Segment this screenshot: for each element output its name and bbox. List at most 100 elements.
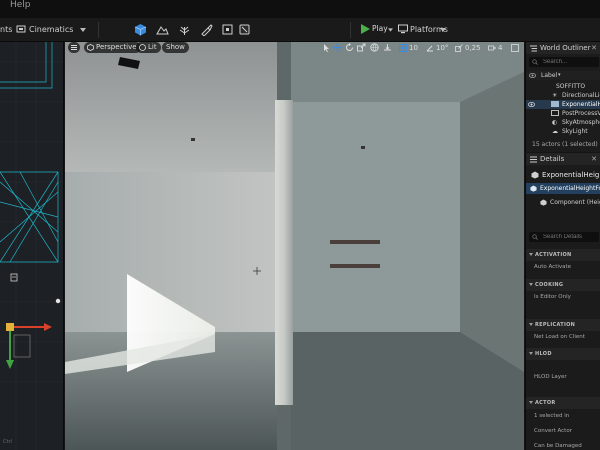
component-tree-item[interactable]: Component (HeightFogComponent): [526, 197, 600, 208]
eye-icon[interactable]: [528, 102, 535, 107]
actor-type-icon: [531, 171, 539, 179]
world-outliner-title: World Outliner: [540, 44, 591, 52]
outliner-item-skylight[interactable]: ☁ SkyLight: [526, 127, 600, 136]
viewport-scene[interactable]: [65, 42, 524, 450]
details-panel: Details ✕ ExponentialHeightFog Exponenti…: [525, 153, 600, 450]
close-icon[interactable]: ✕: [591, 153, 597, 165]
outliner-icon: [530, 45, 537, 52]
camera-speed-icon[interactable]: [488, 44, 496, 52]
property-net-load-on-client: Net Load on Client: [534, 334, 585, 340]
rotate-icon[interactable]: [345, 43, 354, 52]
menu-bar: Help: [0, 0, 600, 18]
outliner-status-bar: 15 actors (1 selected): [526, 140, 600, 149]
modeling-tools-icon[interactable]: [221, 23, 234, 36]
grid-snap-icon[interactable]: [399, 44, 407, 52]
quick-add-cube-icon[interactable]: [134, 23, 147, 36]
sky-light-icon: ☁: [552, 128, 558, 135]
category-actor[interactable]: ACTOR: [526, 397, 600, 409]
category-hlod[interactable]: HLOD: [526, 348, 600, 360]
rotation-snap-value[interactable]: 10°: [436, 43, 448, 53]
toolbar-fragment-label[interactable]: nts: [0, 24, 12, 36]
component-tree-root[interactable]: ExponentialHeightFog (Instance): [526, 183, 600, 194]
select-cursor-icon[interactable]: [323, 44, 330, 52]
chevron-down-icon[interactable]: [80, 28, 86, 32]
toolbar-divider: [98, 22, 99, 38]
grid-snap-value[interactable]: 10: [409, 43, 418, 53]
property-hlod-layer: HLOD Layer: [534, 374, 567, 380]
close-icon[interactable]: ✕: [591, 42, 597, 54]
property-convert-actor: Convert Actor: [534, 428, 572, 434]
left-pane-footer: Ctrl: [3, 439, 12, 445]
outliner-item-postprocessvolume[interactable]: PostProcessVolume: [526, 109, 600, 118]
fog-actor-icon: [551, 101, 559, 107]
rotation-snap-icon[interactable]: [426, 44, 434, 52]
outliner-item-label: ExponentialHeightFog: [562, 101, 600, 108]
volume-icon: [551, 110, 559, 116]
component-label: Component (HeightFogComponent): [550, 199, 600, 206]
show-button[interactable]: Show: [162, 42, 189, 53]
viewport-menu-button[interactable]: [68, 42, 80, 53]
outliner-search-input[interactable]: [529, 57, 599, 67]
platforms-icon: [398, 24, 408, 34]
scale-icon[interactable]: [357, 43, 366, 52]
category-replication[interactable]: REPLICATION: [526, 319, 600, 331]
maximize-viewport-icon[interactable]: [511, 44, 519, 52]
perspective-button[interactable]: Perspective: [84, 42, 141, 53]
lit-label: Lit: [148, 43, 157, 51]
eye-icon[interactable]: [529, 73, 536, 78]
hamburger-icon: [71, 45, 77, 50]
world-outliner-tab[interactable]: World Outliner ✕: [526, 42, 600, 54]
level-viewport[interactable]: Perspective Lit Show 10 10° 0,25 4: [65, 42, 524, 450]
film-icon: [16, 25, 26, 33]
component-icon: [540, 199, 547, 206]
perspective-cube-icon: [87, 44, 94, 51]
actor-name-field[interactable]: ExponentialHeightFog: [542, 170, 600, 180]
search-icon: [532, 59, 538, 65]
outliner-item-soffitto[interactable]: SOFFITTO: [526, 82, 600, 91]
camera-speed-value[interactable]: 4: [498, 43, 502, 53]
cinematics-menu-button[interactable]: Cinematics: [29, 24, 73, 36]
details-tab[interactable]: Details ✕: [526, 153, 600, 165]
details-title: Details: [540, 155, 565, 163]
scale-snap-value[interactable]: 0,25: [465, 43, 481, 53]
scale-snap-icon[interactable]: [455, 44, 463, 52]
directional-light-icon: ☀: [552, 92, 558, 99]
world-space-icon[interactable]: [370, 43, 379, 52]
light-actor-icon[interactable]: [55, 298, 61, 304]
menu-item-help[interactable]: Help: [10, 0, 31, 10]
outliner-item-directionallight[interactable]: ☀ DirectionalLight: [526, 91, 600, 100]
mesh-paint-icon[interactable]: [200, 23, 213, 36]
outliner-item-skyatmosphere[interactable]: ◐ SkyAtmosphere: [526, 118, 600, 127]
outliner-item-exponentialheightfog[interactable]: ExponentialHeightFog: [526, 100, 600, 109]
instance-label: ExponentialHeightFog (Instance): [540, 185, 600, 192]
lit-mode-button[interactable]: Lit: [136, 42, 161, 53]
fracture-mode-icon[interactable]: [238, 23, 251, 36]
outliner-item-label: SkyAtmosphere: [562, 119, 600, 126]
landscape-mode-icon[interactable]: [156, 23, 169, 36]
play-button-label: Play: [372, 24, 388, 33]
show-label: Show: [166, 43, 185, 51]
translate-icon[interactable]: [333, 43, 342, 52]
wireframe-canvas[interactable]: [0, 42, 64, 450]
actor-count-text: 15 actors (1 selected): [532, 141, 598, 148]
sort-descending-icon[interactable]: ▾: [558, 71, 561, 80]
left-wireframe-pane[interactable]: Ctrl: [0, 42, 64, 450]
property-is-editor-only: Is Editor Only: [534, 294, 571, 300]
details-search-input[interactable]: [529, 232, 599, 242]
play-button[interactable]: Play: [358, 23, 390, 37]
outliner-column-header[interactable]: Label ▾: [526, 71, 600, 80]
surface-snap-icon[interactable]: [383, 43, 392, 52]
category-activation[interactable]: ACTIVATION: [526, 249, 600, 261]
property-selected-in: 1 selected in: [534, 413, 570, 419]
category-cooking[interactable]: COOKING: [526, 279, 600, 291]
outliner-item-label: SkyLight: [562, 128, 588, 135]
chevron-down-icon[interactable]: [440, 28, 446, 32]
outliner-item-label: DirectionalLight: [562, 92, 600, 99]
more-options-icon[interactable]: [388, 28, 393, 32]
perspective-label: Perspective: [96, 43, 137, 51]
actor-type-icon: [530, 185, 537, 192]
foliage-mode-icon[interactable]: [178, 23, 191, 36]
toolbar-divider: [350, 22, 351, 38]
main-toolbar: nts Cinematics Play Platforms: [0, 18, 600, 42]
label-column-header[interactable]: Label: [541, 71, 557, 80]
